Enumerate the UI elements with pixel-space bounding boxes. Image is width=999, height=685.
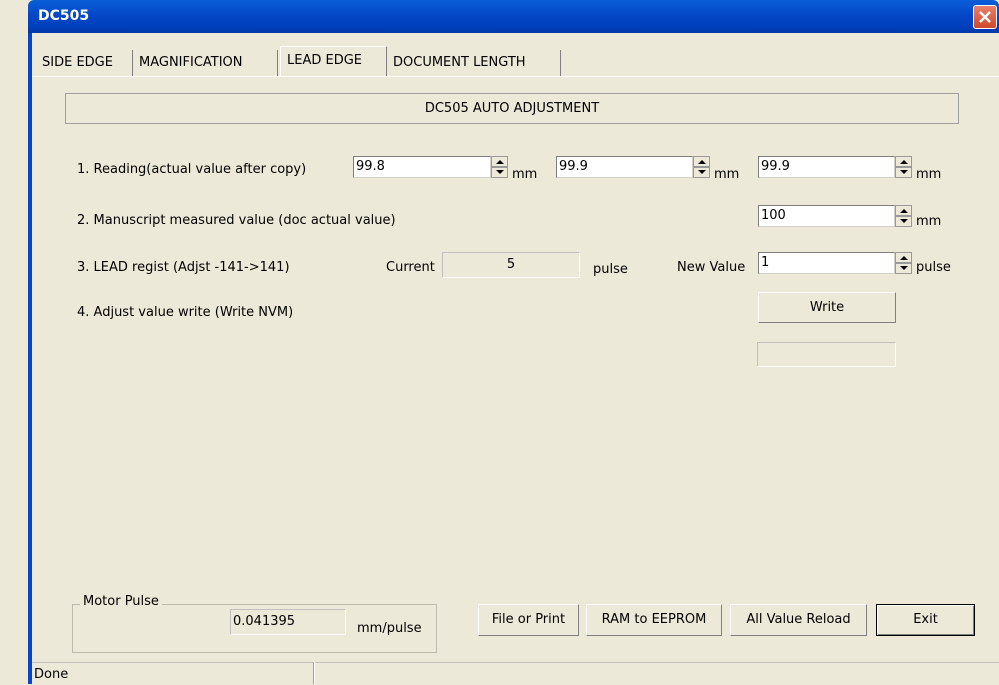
tab-magnification[interactable]: MAGNIFICATION (133, 50, 278, 76)
ram-to-eeprom-button[interactable]: RAM to EEPROM (586, 604, 722, 636)
spin-down-icon[interactable] (693, 167, 710, 178)
spin-down-icon[interactable] (895, 263, 912, 274)
status-bar (32, 662, 999, 685)
write-label: 4. Adjust value write (Write NVM) (77, 305, 294, 320)
reading-spinner-2[interactable] (693, 156, 710, 178)
spin-down-icon[interactable] (491, 167, 508, 178)
new-value-label: New Value (677, 260, 746, 275)
reading-spinner-1[interactable] (491, 156, 508, 178)
manuscript-label: 2. Manuscript measured value (doc actual… (77, 213, 396, 228)
new-value-spinner[interactable] (895, 252, 912, 274)
current-pulse-unit: pulse (593, 262, 628, 277)
current-value: 5 (442, 252, 580, 278)
reading-label: 1. Reading(actual value after copy) (77, 162, 307, 177)
motor-pulse-unit: mm/pulse (357, 621, 422, 636)
reading-unit-3: mm (916, 167, 942, 182)
tab-side-edge[interactable]: SIDE EDGE (36, 50, 133, 76)
spin-down-icon[interactable] (895, 167, 912, 178)
window-title: DC505 (38, 8, 90, 24)
tab-lead-edge[interactable]: LEAD EDGE (280, 46, 387, 76)
spin-up-icon[interactable] (693, 156, 710, 167)
reading-unit-2: mm (714, 167, 740, 182)
window-frame (28, 33, 32, 684)
reading-field-3[interactable]: 99.9 (758, 156, 895, 178)
reading-field-2[interactable]: 99.9 (556, 156, 693, 178)
status-text: Done (34, 667, 69, 682)
spin-up-icon[interactable] (895, 156, 912, 167)
motor-pulse-label: Motor Pulse (80, 594, 162, 609)
close-button[interactable] (973, 5, 997, 29)
current-label: Current (386, 260, 435, 275)
reading-spinner-3[interactable] (895, 156, 912, 178)
new-value-pulse-unit: pulse (916, 260, 951, 275)
manuscript-unit: mm (916, 214, 942, 229)
close-icon (979, 11, 991, 23)
spin-up-icon[interactable] (895, 205, 912, 216)
all-value-reload-button[interactable]: All Value Reload (730, 604, 867, 636)
motor-pulse-value: 0.041395 (230, 609, 346, 635)
lead-regist-label: 3. LEAD regist (Adjst -141->141) (77, 260, 290, 275)
spin-up-icon[interactable] (491, 156, 508, 167)
spin-up-icon[interactable] (895, 252, 912, 263)
tab-document-length[interactable]: DOCUMENT LENGTH (387, 50, 561, 76)
tab-divider (32, 76, 999, 77)
manuscript-field[interactable]: 100 (758, 205, 895, 227)
status-divider-highlight (314, 662, 315, 684)
spin-down-icon[interactable] (895, 216, 912, 227)
exit-button[interactable]: Exit (876, 604, 975, 636)
new-value-field[interactable]: 1 (758, 252, 895, 274)
section-header: DC505 AUTO ADJUSTMENT (65, 93, 959, 124)
write-status (757, 342, 896, 367)
reading-unit-1: mm (512, 167, 538, 182)
file-or-print-button[interactable]: File or Print (478, 604, 579, 636)
reading-field-1[interactable]: 99.8 (353, 156, 491, 178)
title-bar: DC505 (28, 0, 999, 33)
write-button[interactable]: Write (758, 292, 896, 323)
manuscript-spinner[interactable] (895, 205, 912, 227)
